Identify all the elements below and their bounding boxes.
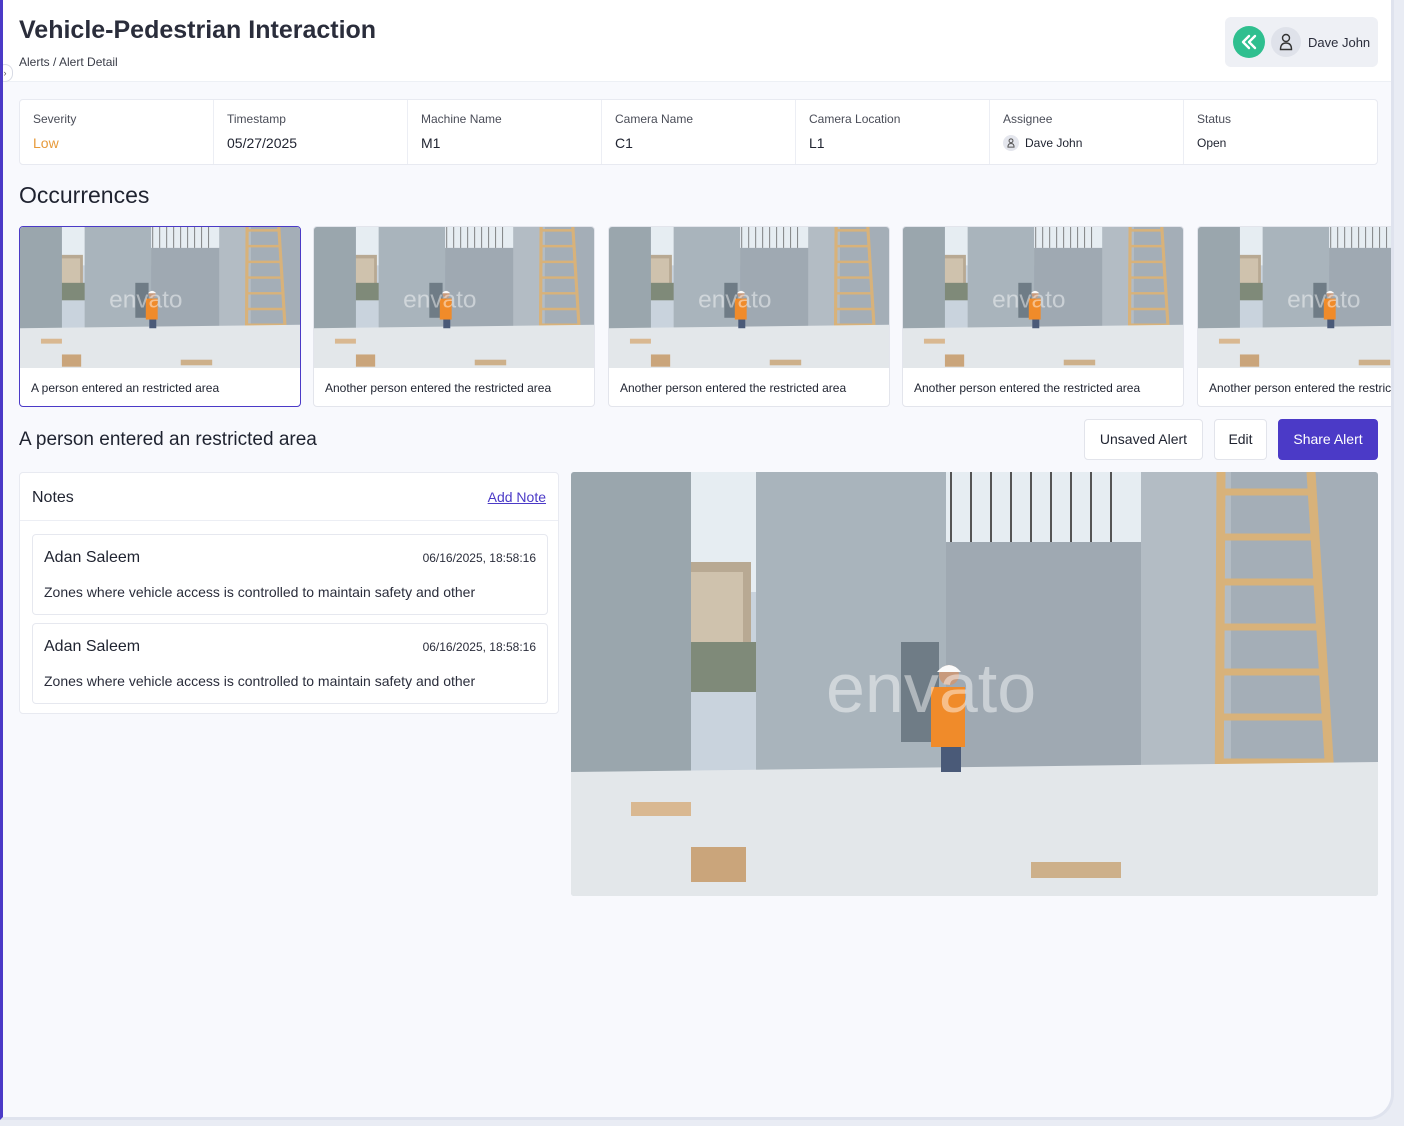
occurrence-caption: Another person entered the restricted ar… bbox=[1209, 381, 1392, 395]
user-avatar-icon bbox=[1271, 27, 1301, 57]
camera-value: C1 bbox=[615, 135, 633, 151]
timestamp-value: 05/27/2025 bbox=[227, 135, 298, 151]
note-item: Adan Saleem 06/16/2025, 18:58:16 Zones w… bbox=[32, 534, 548, 615]
machine-value: M1 bbox=[421, 135, 441, 151]
note-body: Zones where vehicle access is controlled… bbox=[44, 584, 476, 600]
severity-value: Low bbox=[33, 135, 59, 151]
occurrence-caption: Another person entered the restricted ar… bbox=[325, 381, 552, 395]
page-header: Vehicle-Pedestrian Interaction Alerts / … bbox=[3, 0, 1391, 82]
alert-meta-card: Severity Low Timestamp 05/27/2025 Machin… bbox=[19, 99, 1378, 165]
user-chip[interactable]: Dave John bbox=[1225, 17, 1378, 67]
occurrences-strip[interactable]: A person entered an restricted area Anot… bbox=[19, 226, 1392, 408]
occurrence-caption: Another person entered the restricted ar… bbox=[620, 381, 847, 395]
note-timestamp: 06/16/2025, 18:58:16 bbox=[422, 551, 536, 565]
note-author: Adan Saleem bbox=[44, 638, 141, 655]
occurrences-title: Occurrences bbox=[19, 182, 150, 208]
timestamp-label: Timestamp bbox=[227, 112, 286, 126]
note-body: Zones where vehicle access is controlled… bbox=[44, 673, 476, 689]
occurrence-detail-title: A person entered an restricted area bbox=[19, 429, 317, 450]
assignee-avatar-icon bbox=[1003, 135, 1019, 151]
meta-assignee: Assignee Dave John bbox=[990, 100, 1184, 164]
user-name: Dave John bbox=[1308, 35, 1371, 50]
note-author: Adan Saleem bbox=[44, 549, 141, 566]
occurrence-thumbnail bbox=[609, 227, 889, 368]
meta-severity: Severity Low bbox=[20, 100, 214, 164]
meta-status: Status Open bbox=[1184, 100, 1377, 164]
occurrence-image bbox=[571, 472, 1378, 896]
meta-machine: Machine Name M1 bbox=[408, 100, 602, 164]
app-frame: Vehicle-Pedestrian Interaction Alerts / … bbox=[0, 0, 1394, 1120]
meta-timestamp: Timestamp 05/27/2025 bbox=[214, 100, 408, 164]
notes-header: Notes Add Note bbox=[20, 473, 558, 521]
assignee-value: Dave John bbox=[1025, 136, 1083, 150]
occurrence-card[interactable]: Another person entered the restricted ar… bbox=[1197, 226, 1392, 407]
assignee-label: Assignee bbox=[1003, 112, 1053, 126]
occurrence-thumbnail bbox=[20, 227, 300, 368]
share-alert-button[interactable]: Share Alert bbox=[1278, 419, 1378, 460]
severity-label: Severity bbox=[33, 112, 77, 126]
breadcrumb[interactable]: Alerts / Alert Detail bbox=[19, 55, 118, 69]
location-value: L1 bbox=[809, 135, 825, 151]
app-logo-icon bbox=[1233, 26, 1265, 58]
machine-label: Machine Name bbox=[421, 112, 502, 126]
status-label: Status bbox=[1197, 112, 1232, 126]
meta-camera: Camera Name C1 bbox=[602, 100, 796, 164]
occurrence-caption: Another person entered the restricted ar… bbox=[914, 381, 1141, 395]
location-label: Camera Location bbox=[809, 112, 901, 126]
occurrence-card[interactable]: Another person entered the restricted ar… bbox=[608, 226, 890, 407]
note-item: Adan Saleem 06/16/2025, 18:58:16 Zones w… bbox=[32, 623, 548, 704]
occurrence-caption: A person entered an restricted area bbox=[31, 381, 220, 395]
add-note-link[interactable]: Add Note bbox=[488, 489, 546, 505]
note-timestamp: 06/16/2025, 18:58:16 bbox=[422, 640, 536, 654]
edit-button[interactable]: Edit bbox=[1214, 419, 1267, 460]
status-value: Open bbox=[1197, 136, 1227, 150]
unsaved-alert-button[interactable]: Unsaved Alert bbox=[1084, 419, 1203, 460]
occurrence-thumbnail bbox=[314, 227, 594, 368]
meta-location: Camera Location L1 bbox=[796, 100, 990, 164]
occurrence-card[interactable]: Another person entered the restricted ar… bbox=[902, 226, 1184, 407]
occurrence-thumbnail bbox=[903, 227, 1183, 368]
camera-label: Camera Name bbox=[615, 112, 694, 126]
occurrence-card[interactable]: Another person entered the restricted ar… bbox=[313, 226, 595, 407]
occurrence-card[interactable]: A person entered an restricted area bbox=[19, 226, 301, 407]
page-title: Vehicle-Pedestrian Interaction bbox=[19, 16, 377, 44]
assignee: Dave John bbox=[1003, 135, 1183, 151]
notes-panel: Notes Add Note Adan Saleem 06/16/2025, 1… bbox=[19, 472, 559, 714]
occurrence-thumbnail bbox=[1198, 227, 1391, 368]
notes-title: Notes bbox=[32, 489, 74, 506]
